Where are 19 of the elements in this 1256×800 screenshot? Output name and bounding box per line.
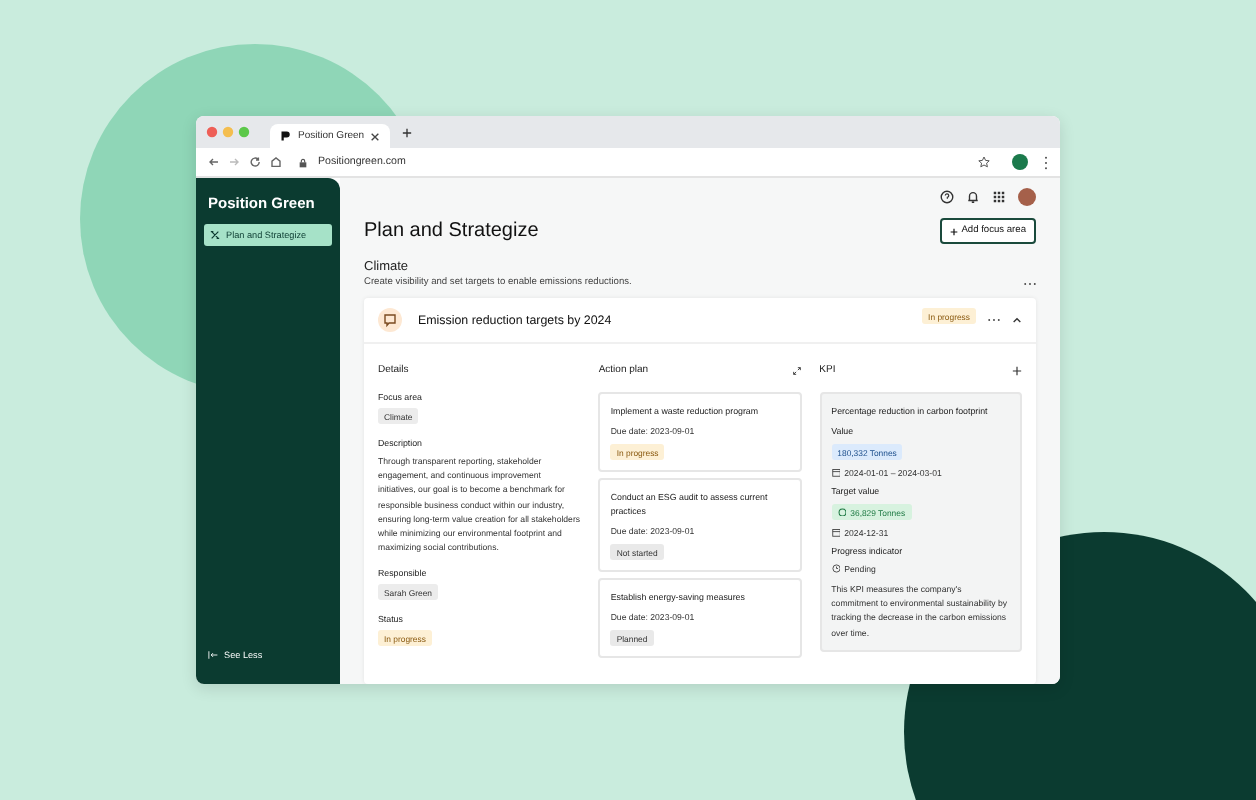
star-icon[interactable] — [978, 156, 990, 168]
close-icon[interactable] — [370, 131, 381, 141]
bell-icon[interactable] — [966, 189, 980, 203]
page-title: Plan and Strategize — [364, 220, 539, 242]
clock-icon — [831, 564, 841, 574]
chevron-icon[interactable] — [1012, 316, 1022, 324]
calendar-icon — [831, 528, 841, 538]
lock-icon — [298, 157, 308, 167]
expand-icon[interactable] — [791, 365, 802, 375]
avatar[interactable] — [1018, 187, 1036, 205]
plus-icon — [949, 227, 958, 235]
collapse-arrow-icon — [208, 650, 218, 660]
logo-icon — [280, 130, 292, 142]
help-icon[interactable] — [940, 189, 954, 203]
profile-icon[interactable] — [1012, 154, 1028, 170]
apps-grid-icon[interactable] — [992, 189, 1006, 203]
calendar-icon — [831, 468, 841, 478]
new-tab-icon[interactable] — [402, 127, 413, 137]
add-icon[interactable] — [1012, 365, 1022, 375]
